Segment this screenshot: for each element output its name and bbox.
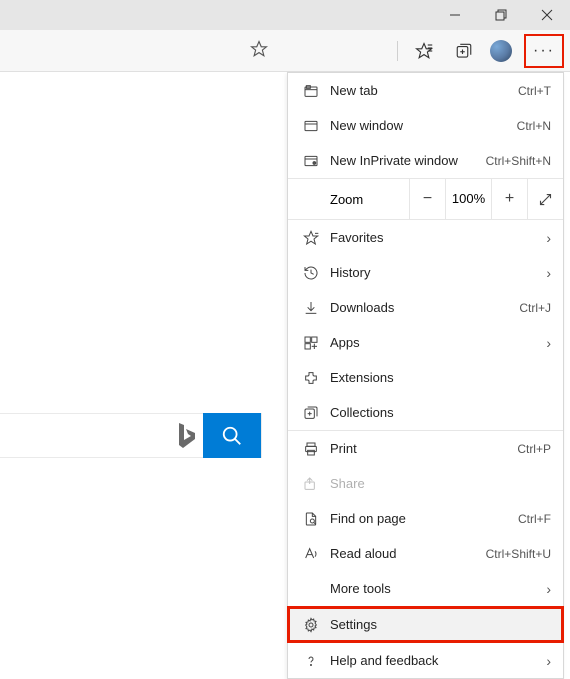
chevron-right-icon: › [546, 265, 551, 281]
menu-item-label: Collections [322, 405, 551, 420]
plus-icon: + [505, 190, 514, 208]
zoom-label: Zoom [288, 192, 409, 207]
menu-item-label: Extensions [322, 370, 551, 385]
apps-icon [300, 335, 322, 351]
menu-item-shortcut: Ctrl+T [518, 84, 551, 98]
menu-item-label: Help and feedback [322, 653, 546, 668]
menu-item-label: New window [322, 118, 517, 133]
more-dots-icon: ··· [533, 42, 555, 60]
menu-item-label: Read aloud [322, 546, 486, 561]
browser-toolbar: ··· [0, 30, 570, 72]
new-window-icon [300, 118, 322, 134]
menu-item-label: New InPrivate window [322, 153, 486, 168]
menu-extensions[interactable]: Extensions [288, 360, 563, 395]
print-icon [300, 441, 322, 457]
browser-more-menu: New tab Ctrl+T New window Ctrl+N New InP… [287, 72, 564, 679]
downloads-icon [300, 300, 322, 316]
inprivate-icon [300, 153, 322, 169]
chevron-right-icon: › [546, 335, 551, 351]
read-aloud-icon [300, 546, 322, 562]
menu-item-label: Settings [322, 617, 551, 632]
menu-item-label: Apps [322, 335, 546, 350]
bing-search-bar[interactable] [0, 413, 262, 458]
settings-icon [300, 617, 322, 633]
minimize-button[interactable] [432, 0, 478, 30]
menu-item-shortcut: Ctrl+Shift+N [486, 154, 551, 168]
menu-favorites[interactable]: Favorites › [288, 220, 563, 255]
chevron-right-icon: › [546, 230, 551, 246]
menu-item-label: Find on page [322, 511, 518, 526]
menu-help-feedback[interactable]: Help and feedback › [288, 643, 563, 678]
chevron-right-icon: › [546, 581, 551, 597]
menu-item-shortcut: Ctrl+N [517, 119, 551, 133]
new-tab-icon [300, 83, 322, 99]
menu-item-label: Share [322, 476, 551, 491]
minus-icon: − [423, 190, 432, 208]
favorites-icon [300, 230, 322, 246]
menu-settings[interactable]: Settings [288, 607, 563, 642]
addressbar-star-icon[interactable] [250, 40, 268, 58]
favorites-star-icon[interactable] [410, 37, 438, 65]
menu-downloads[interactable]: Downloads Ctrl+J [288, 290, 563, 325]
menu-share: Share [288, 466, 563, 501]
zoom-in-button[interactable]: + [491, 179, 527, 219]
close-button[interactable] [524, 0, 570, 30]
more-menu-button[interactable]: ··· [524, 34, 564, 68]
menu-item-shortcut: Ctrl+P [517, 442, 551, 456]
menu-more-tools[interactable]: . More tools › [288, 571, 563, 606]
extensions-icon [300, 370, 322, 386]
toolbar-divider [397, 41, 398, 61]
menu-read-aloud[interactable]: Read aloud Ctrl+Shift+U [288, 536, 563, 571]
history-icon [300, 265, 322, 281]
help-icon [300, 653, 322, 669]
menu-item-label: Print [322, 441, 517, 456]
menu-print[interactable]: Print Ctrl+P [288, 431, 563, 466]
collections-toolbar-icon[interactable] [450, 37, 478, 65]
find-icon [300, 511, 322, 527]
zoom-value: 100% [445, 179, 491, 219]
collections-icon [300, 405, 322, 421]
menu-item-shortcut: Ctrl+Shift+U [486, 547, 551, 561]
menu-collections[interactable]: Collections [288, 395, 563, 430]
menu-zoom-row: Zoom − 100% + [288, 179, 563, 219]
profile-avatar[interactable] [490, 40, 512, 62]
menu-new-tab[interactable]: New tab Ctrl+T [288, 73, 563, 108]
menu-history[interactable]: History › [288, 255, 563, 290]
menu-item-label: Favorites [322, 230, 546, 245]
menu-item-shortcut: Ctrl+J [519, 301, 551, 315]
maximize-button[interactable] [478, 0, 524, 30]
search-button[interactable] [203, 413, 261, 458]
menu-new-window[interactable]: New window Ctrl+N [288, 108, 563, 143]
zoom-out-button[interactable]: − [409, 179, 445, 219]
window-titlebar [0, 0, 570, 30]
menu-item-label: More tools [322, 581, 546, 596]
menu-apps[interactable]: Apps › [288, 325, 563, 360]
share-icon [300, 476, 322, 492]
menu-item-shortcut: Ctrl+F [518, 512, 551, 526]
fullscreen-button[interactable] [527, 179, 563, 219]
menu-item-label: Downloads [322, 300, 519, 315]
menu-find-on-page[interactable]: Find on page Ctrl+F [288, 501, 563, 536]
chevron-right-icon: › [546, 653, 551, 669]
menu-new-inprivate[interactable]: New InPrivate window Ctrl+Shift+N [288, 143, 563, 178]
menu-item-label: New tab [322, 83, 518, 98]
bing-logo-icon [173, 421, 199, 451]
menu-item-label: History [322, 265, 546, 280]
